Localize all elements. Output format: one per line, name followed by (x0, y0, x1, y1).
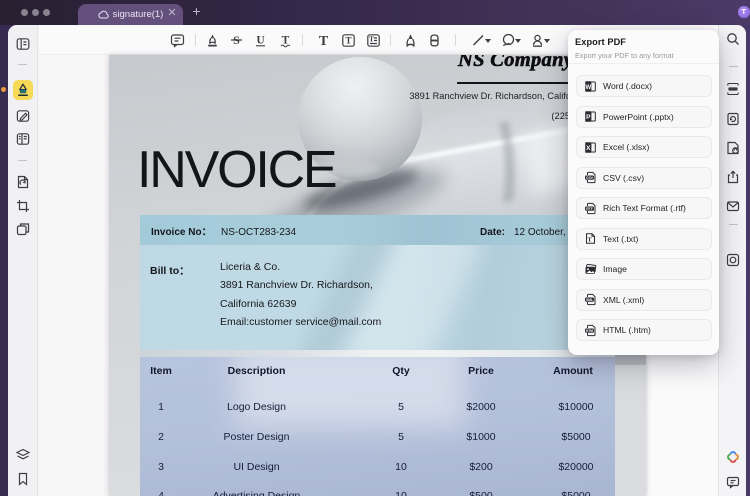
svg-text:T: T (369, 35, 374, 44)
svg-text:CSV: CSV (586, 176, 594, 180)
svg-text:OCR: OCR (730, 87, 736, 91)
svg-text:T: T (319, 34, 329, 49)
svg-text:XML: XML (586, 298, 593, 302)
svg-text:P: P (586, 114, 591, 121)
svg-text:RTF: RTF (586, 206, 593, 210)
svg-text:U: U (256, 35, 265, 47)
svg-text:W: W (585, 85, 591, 91)
svg-text:HTM: HTM (586, 328, 593, 332)
svg-text:T: T (345, 36, 351, 46)
svg-text:X: X (586, 145, 591, 152)
svg-text:T: T (587, 237, 592, 244)
